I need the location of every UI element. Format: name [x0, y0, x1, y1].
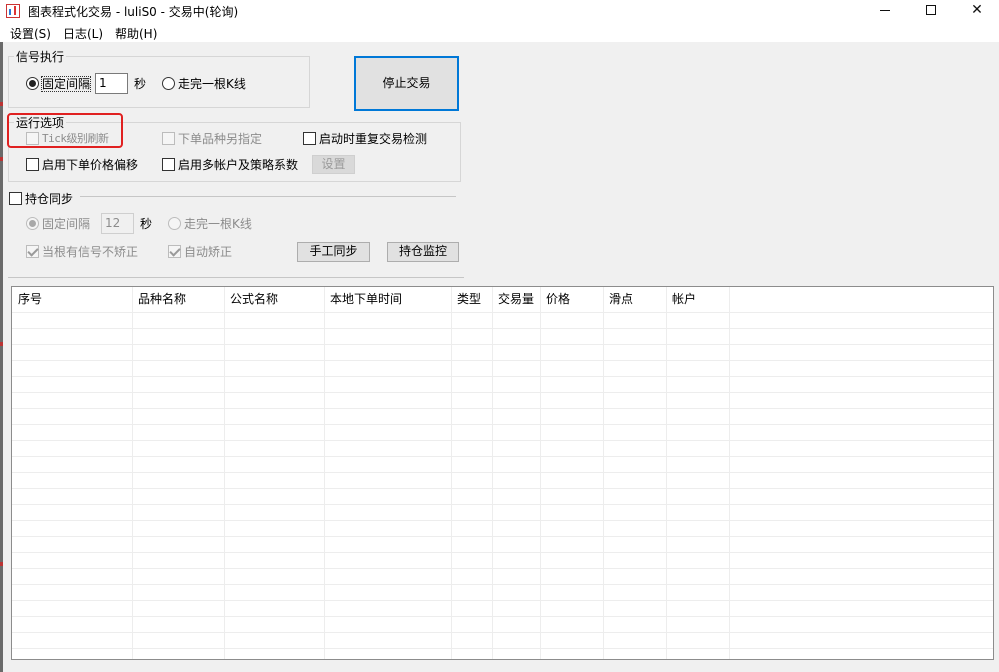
order-symbol-checkbox[interactable]: [162, 132, 175, 145]
orders-table[interactable]: 序号 品种名称 公式名称 本地下单时间 类型 交易量 价格 滑点 帐户: [11, 286, 994, 660]
signal-fixed-interval-radio[interactable]: [26, 77, 39, 90]
restart-check-label[interactable]: 启动时重复交易检测: [319, 132, 427, 146]
multi-account-checkbox[interactable]: [162, 158, 175, 171]
sync-interval-unit: 秒: [140, 217, 153, 231]
price-offset-label[interactable]: 启用下单价格偏移: [42, 158, 138, 172]
order-symbol-label: 下单品种另指定: [178, 132, 263, 146]
col-header-symbol[interactable]: 品种名称: [132, 287, 186, 312]
signal-kline-radio[interactable]: [162, 77, 175, 90]
menu-log[interactable]: 日志(L): [63, 25, 103, 42]
col-header-price[interactable]: 价格: [540, 287, 570, 312]
stop-trading-button[interactable]: 停止交易: [354, 56, 459, 111]
position-sync-label[interactable]: 持仓同步: [25, 192, 73, 206]
signal-interval-unit: 秒: [134, 77, 147, 91]
app-chart-icon: [6, 4, 20, 18]
signal-fixed-interval-label[interactable]: 固定间隔: [40, 76, 92, 92]
red-highlight-annotation: [7, 113, 123, 148]
minimize-icon: [880, 9, 890, 11]
sync-kline-radio[interactable]: [168, 217, 181, 230]
sync-interval-input[interactable]: 12: [101, 213, 134, 234]
maximize-button[interactable]: [908, 0, 954, 22]
auto-correct-checkbox[interactable]: [168, 245, 181, 258]
menu-help[interactable]: 帮助(H): [115, 25, 157, 42]
title-bar: 图表程式化交易 - luliS0 - 交易中(轮询) ✕: [0, 0, 999, 22]
signal-kline-label[interactable]: 走完一根K线: [178, 77, 246, 91]
no-correct-checkbox[interactable]: [26, 245, 39, 258]
price-offset-checkbox[interactable]: [26, 158, 39, 171]
window-title: 图表程式化交易 - luliS0 - 交易中(轮询): [28, 5, 239, 19]
col-header-slippage[interactable]: 滑点: [603, 287, 633, 312]
sync-fixed-interval-label: 固定间隔: [42, 217, 91, 231]
menu-settings[interactable]: 设置(S): [10, 25, 51, 42]
signal-interval-input[interactable]: 1: [95, 73, 128, 94]
sync-fixed-interval-radio[interactable]: [26, 217, 39, 230]
menu-bar: 设置(S) 日志(L) 帮助(H): [0, 22, 999, 42]
col-header-index[interactable]: 序号: [12, 287, 42, 312]
col-header-volume[interactable]: 交易量: [492, 287, 534, 312]
col-header-account[interactable]: 帐户: [666, 287, 696, 312]
lower-separator: [8, 277, 464, 278]
col-header-order-time[interactable]: 本地下单时间: [324, 287, 402, 312]
signal-group-legend: 信号执行: [14, 48, 67, 65]
position-sync-separator: [80, 196, 456, 197]
close-button[interactable]: ✕: [954, 0, 999, 22]
col-header-formula[interactable]: 公式名称: [224, 287, 278, 312]
col-header-type[interactable]: 类型: [451, 287, 481, 312]
restart-check-checkbox[interactable]: [303, 132, 316, 145]
close-icon: ✕: [971, 2, 983, 18]
minimize-button[interactable]: [862, 0, 908, 22]
multi-account-label[interactable]: 启用多帐户及策略系数: [178, 158, 298, 172]
no-correct-label: 当根有信号不矫正: [42, 245, 139, 259]
maximize-icon: [926, 5, 936, 15]
manual-sync-button[interactable]: 手工同步: [297, 242, 370, 262]
auto-correct-label: 自动矫正: [184, 245, 233, 259]
position-sync-checkbox[interactable]: [9, 192, 22, 205]
left-edge-strip: [0, 42, 3, 672]
sync-kline-label: 走完一根K线: [184, 217, 252, 231]
multi-account-settings-button[interactable]: 设置: [312, 155, 355, 174]
position-monitor-button[interactable]: 持仓监控: [387, 242, 459, 262]
